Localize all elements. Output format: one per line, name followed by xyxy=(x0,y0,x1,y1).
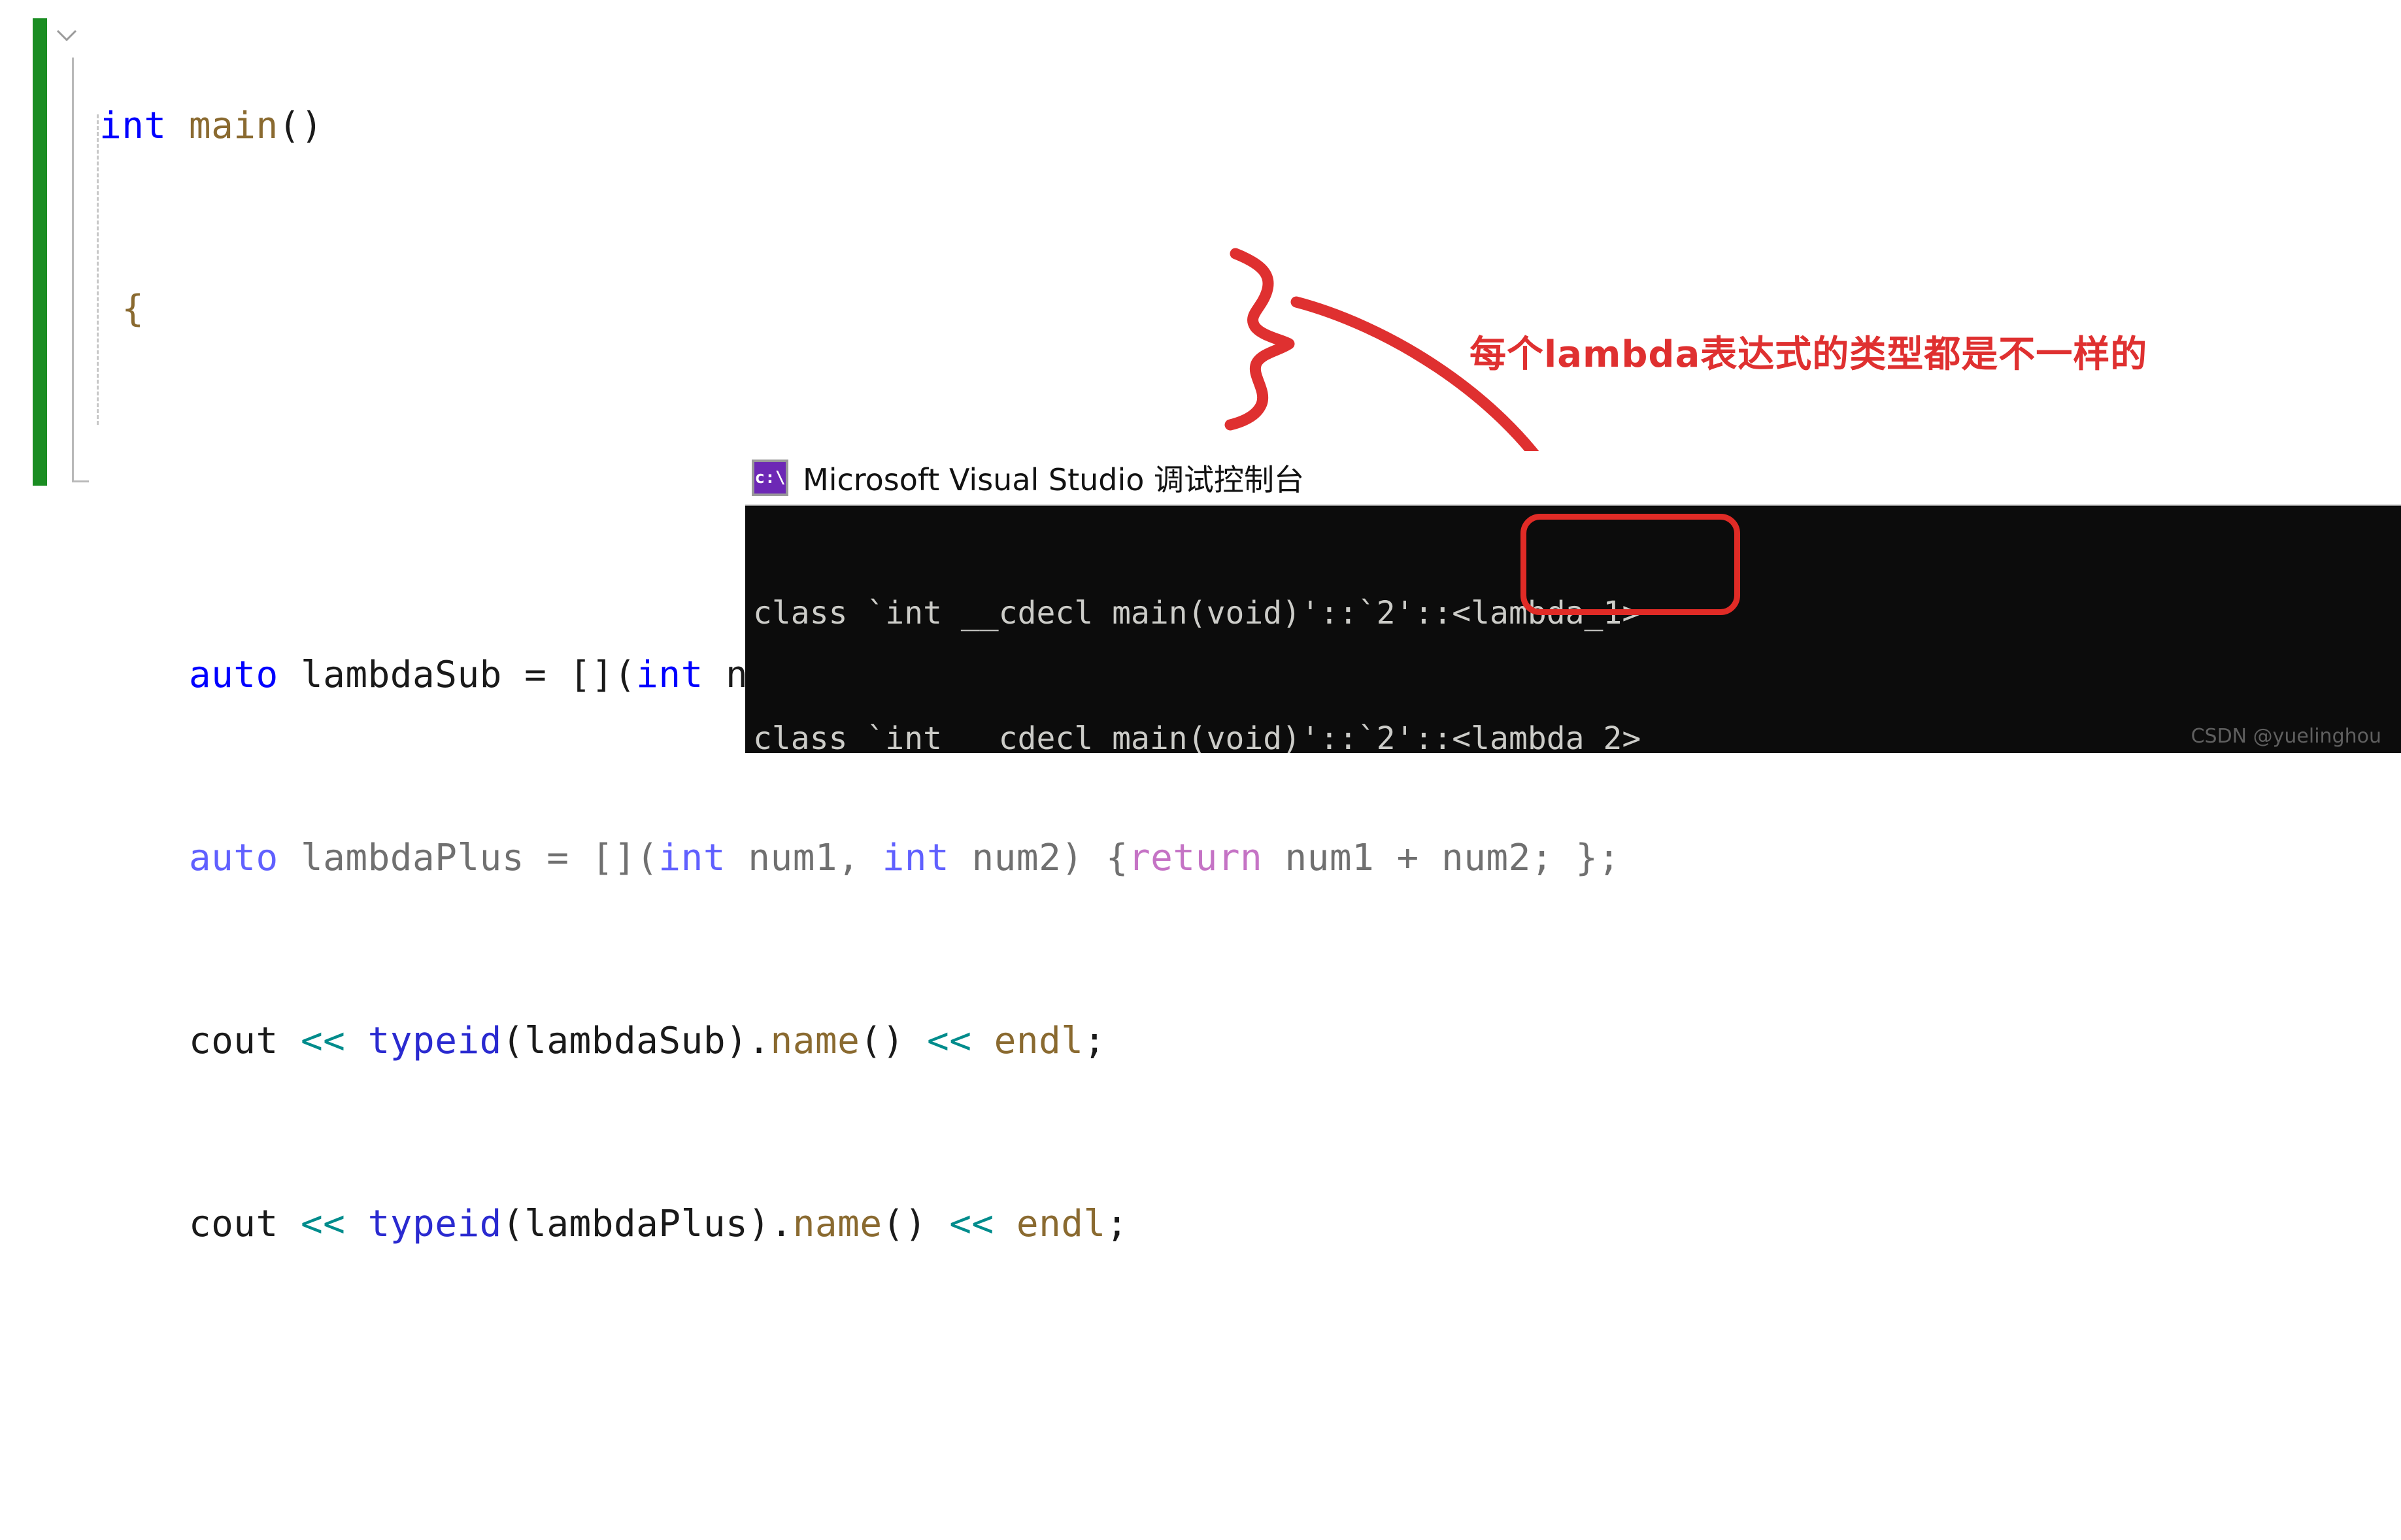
token-assign: = []( xyxy=(501,654,637,696)
token-body-open: ) { xyxy=(1061,837,1128,879)
token-keyword-int: int xyxy=(99,105,167,147)
token-keyword-int-p1: int xyxy=(636,654,703,696)
token-id-num2d: num2 xyxy=(1441,837,1531,879)
token-keyword-return-2: return xyxy=(1128,837,1263,879)
token-id-num1c: num1 xyxy=(748,837,838,879)
code-line-6[interactable]: cout << typeid(lambdaSub).name() << endl… xyxy=(99,1018,1620,1064)
console-highlight-box xyxy=(1520,514,1740,615)
token-op-shift-4: << xyxy=(949,1203,994,1245)
chevron-down-icon[interactable] xyxy=(54,25,80,44)
change-tracking-bar xyxy=(33,18,47,486)
code-line-1[interactable]: int main() xyxy=(99,103,1620,149)
indent-guide xyxy=(97,114,99,425)
token-id-lambdasub: lambdaSub xyxy=(300,654,502,696)
annotation-label: 每个lambda表达式的类型都是不一样的 xyxy=(1469,333,2148,376)
token-keyword-int-p2b: int xyxy=(882,837,950,879)
token-plus: + xyxy=(1374,837,1441,879)
code-line-5[interactable]: auto lambdaPlus = [](int num1, int num2)… xyxy=(99,835,1620,881)
console-line-2: class `int __cdecl main(void)'::`2'::<la… xyxy=(753,720,1641,753)
code-text[interactable]: int main() { auto lambdaSub = [](int num… xyxy=(99,12,1620,1540)
token-endl-2: endl xyxy=(1016,1203,1106,1245)
token-id-typeid-2: typeid xyxy=(367,1203,502,1245)
token-assign: = []( xyxy=(524,837,659,879)
token-id-num2c: num2 xyxy=(971,837,1062,879)
console-cmd-icon: c:\ xyxy=(752,460,788,496)
token-call-name: name xyxy=(770,1020,860,1062)
console-title: Microsoft Visual Studio 调试控制台 xyxy=(803,462,1305,497)
token-keyword-auto-2: auto xyxy=(188,837,278,879)
console-titlebar[interactable]: c:\ Microsoft Visual Studio 调试控制台 xyxy=(737,451,2401,505)
token-comma: , xyxy=(837,837,882,879)
token-keyword-auto: auto xyxy=(188,654,278,696)
token-id-typeid: typeid xyxy=(367,1020,502,1062)
code-line-7[interactable]: cout << typeid(lambdaPlus).name() << end… xyxy=(99,1201,1620,1247)
token-id-lambdaplus: lambdaPlus xyxy=(300,837,525,879)
code-fold-line-foot xyxy=(72,480,89,482)
token-semicolon: ; xyxy=(1083,1020,1106,1062)
token-op-shift: << xyxy=(300,1020,346,1062)
token-op-shift-2: << xyxy=(927,1020,972,1062)
token-arg-lambdaplus: lambdaPlus xyxy=(524,1203,748,1245)
console-line-1: class `int __cdecl main(void)'::`2'::<la… xyxy=(753,595,1641,631)
token-id-cout: cout xyxy=(188,1020,278,1062)
token-id-num1d: num1 xyxy=(1284,837,1375,879)
token-parens: () xyxy=(278,105,324,147)
token-arg-lambdasub: lambdaSub xyxy=(524,1020,726,1062)
token-endl: endl xyxy=(994,1020,1084,1062)
code-line-8-blank[interactable] xyxy=(99,1384,1620,1430)
code-fold-line xyxy=(72,58,74,482)
token-call-name-2: name xyxy=(792,1203,882,1245)
token-semicolon: ; xyxy=(1105,1203,1128,1245)
console-output: class `int __cdecl main(void)'::`2'::<la… xyxy=(753,509,2181,753)
token-keyword-int-p1b: int xyxy=(658,837,726,879)
token-function-main: main xyxy=(188,105,278,147)
token-id-cout-2: cout xyxy=(188,1203,278,1245)
token-paren-dot: ). xyxy=(748,1203,793,1245)
token-paren-open: ( xyxy=(501,1020,525,1062)
console-icon-label: c:\ xyxy=(754,468,786,488)
token-body-close: ; }; xyxy=(1530,837,1620,879)
token-op-shift-3: << xyxy=(300,1203,346,1245)
token-paren-dot: ). xyxy=(726,1020,771,1062)
code-line-2[interactable]: { xyxy=(99,286,1620,332)
token-call-parens: () xyxy=(860,1020,927,1062)
token-call-parens: () xyxy=(882,1203,950,1245)
watermark: CSDN @yuelinghou xyxy=(2191,725,2381,748)
token-paren-open: ( xyxy=(501,1203,525,1245)
token-open-brace: { xyxy=(99,288,144,330)
